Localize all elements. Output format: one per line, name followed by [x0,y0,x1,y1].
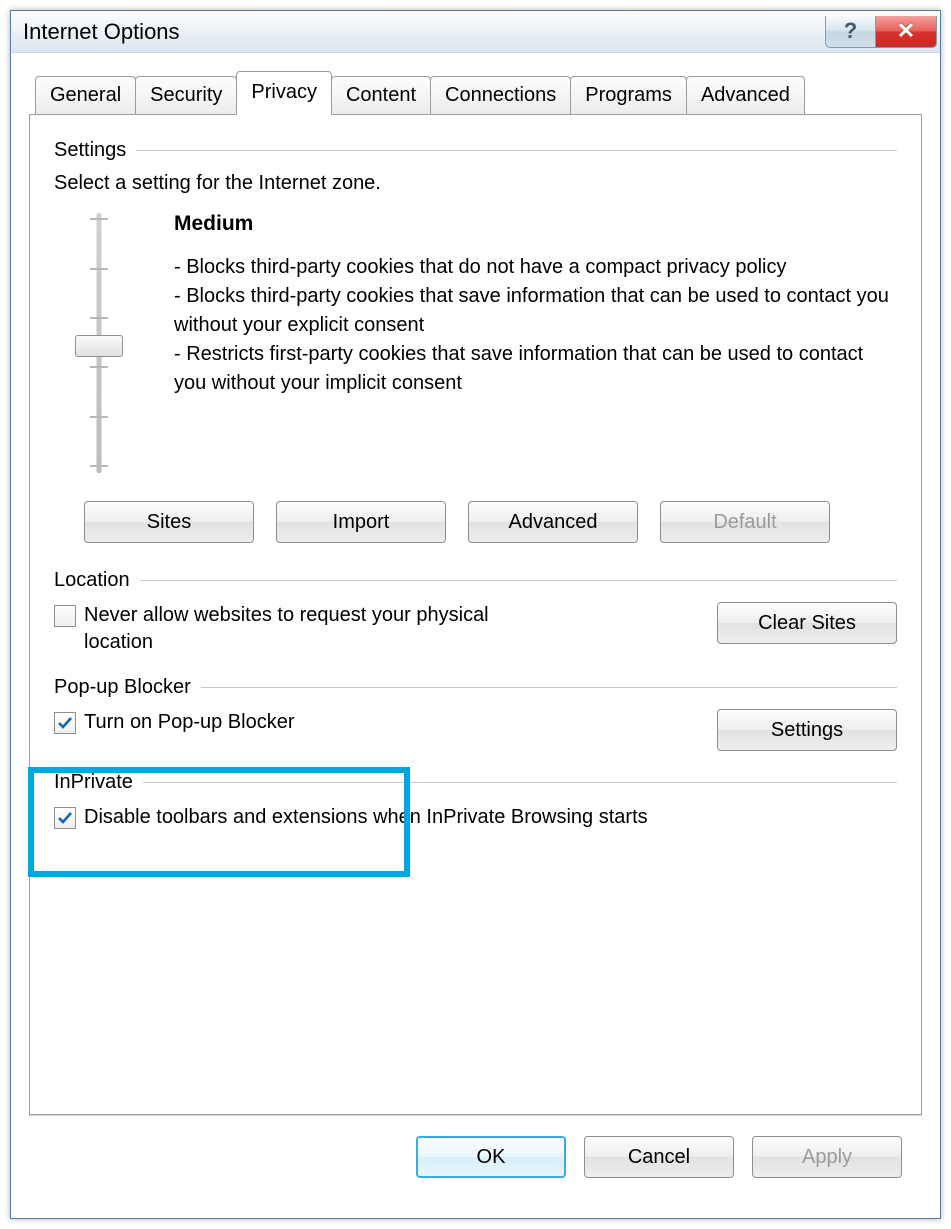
window-title: Internet Options [23,19,825,45]
never-allow-location-checkbox[interactable] [54,605,76,627]
never-allow-location-label: Never allow websites to request your phy… [84,602,524,656]
privacy-level-description: Medium - Blocks third-party cookies that… [174,209,897,473]
popup-blocker-label: Turn on Pop-up Blocker [84,709,294,736]
divider [143,782,897,783]
help-button[interactable]: ? [825,16,875,48]
ok-button[interactable]: OK [416,1136,566,1178]
privacy-panel: Settings Select a setting for the Intern… [29,115,922,1115]
tab-connections[interactable]: Connections [430,76,571,114]
sites-button[interactable]: Sites [84,501,254,543]
close-button[interactable]: ✕ [875,16,937,48]
location-header-label: Location [54,569,130,592]
inprivate-disable-toolbars-label: Disable toolbars and extensions when InP… [84,804,648,831]
privacy-bullet: - Blocks third-party cookies that do not… [174,253,897,282]
settings-instruction: Select a setting for the Internet zone. [54,172,897,195]
divider [136,150,897,151]
tab-general[interactable]: General [35,76,136,114]
tab-programs[interactable]: Programs [570,76,687,114]
tab-advanced[interactable]: Advanced [686,76,805,114]
import-button[interactable]: Import [276,501,446,543]
check-icon [57,810,73,826]
clear-sites-button[interactable]: Clear Sites [717,602,897,644]
popup-blocker-checkbox[interactable] [54,712,76,734]
settings-section-header: Settings [54,139,897,162]
cancel-button[interactable]: Cancel [584,1136,734,1178]
title-bar: Internet Options ? ✕ [11,11,940,53]
dialog-button-row: OK Cancel Apply [29,1115,922,1200]
location-section-header: Location [54,569,897,592]
advanced-button[interactable]: Advanced [468,501,638,543]
popup-section-header: Pop-up Blocker [54,676,897,699]
divider [201,687,897,688]
tab-content[interactable]: Content [331,76,431,114]
slider-thumb[interactable] [75,335,123,357]
default-button: Default [660,501,830,543]
popup-header-label: Pop-up Blocker [54,676,191,699]
privacy-bullet: - Blocks third-party cookies that save i… [174,282,897,340]
settings-header-label: Settings [54,139,126,162]
inprivate-disable-toolbars-checkbox[interactable] [54,807,76,829]
popup-settings-button[interactable]: Settings [717,709,897,751]
privacy-level-name: Medium [174,209,897,239]
inprivate-section-header: InPrivate [54,771,897,794]
internet-options-dialog: Internet Options ? ✕ General Security Pr… [10,10,941,1219]
check-icon [57,715,73,731]
tab-privacy[interactable]: Privacy [236,71,332,115]
divider [140,580,897,581]
tab-security[interactable]: Security [135,76,237,114]
apply-button: Apply [752,1136,902,1178]
tab-strip: General Security Privacy Content Connect… [29,71,922,115]
client-area: General Security Privacy Content Connect… [11,53,940,1218]
inprivate-header-label: InPrivate [54,771,133,794]
privacy-level-slider[interactable] [84,213,114,473]
privacy-bullet: - Restricts first-party cookies that sav… [174,340,897,398]
